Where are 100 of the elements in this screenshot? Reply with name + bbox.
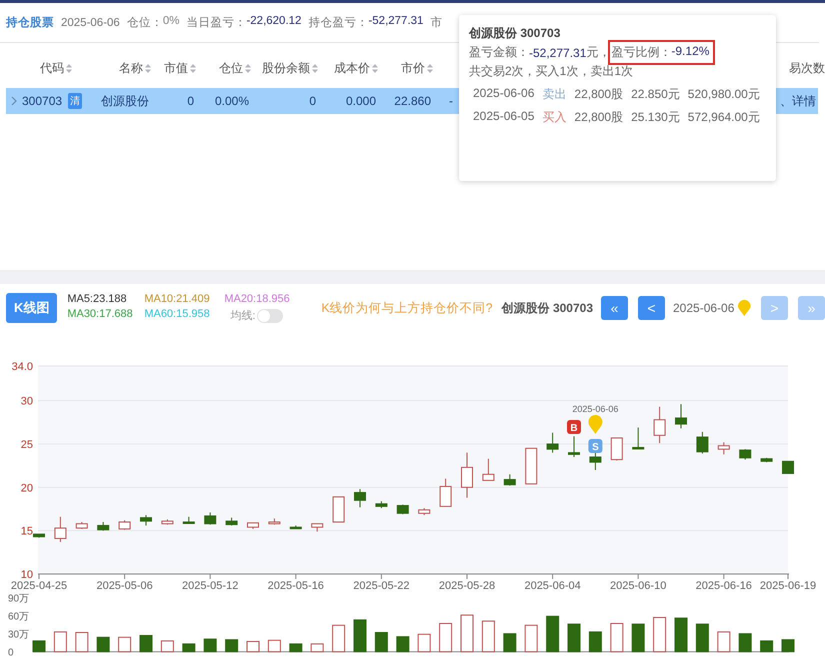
column-header[interactable]: 股份余额 — [262, 60, 310, 76]
candle — [739, 448, 752, 460]
volume-bar — [32, 640, 46, 652]
volume-bar — [289, 643, 302, 652]
candle — [718, 442, 730, 455]
candle — [332, 496, 345, 522]
column-header[interactable]: 市价 — [401, 60, 425, 76]
summary-label: 仓位： — [126, 16, 163, 30]
column-header[interactable]: 成本价 — [334, 60, 370, 76]
toggle-label: 均线: — [230, 309, 256, 323]
candle — [247, 522, 259, 530]
volume-bar — [524, 624, 538, 652]
ma-value: MA20:18.956 — [224, 293, 291, 305]
stock-name: 创源股份 300703 — [502, 300, 593, 316]
candle — [54, 516, 66, 542]
column-header[interactable]: 仓位 — [219, 60, 243, 76]
axis-label: 2025-06-04 — [524, 580, 581, 592]
candle — [504, 474, 516, 486]
tooltip-title: 创源股份 300703 — [469, 25, 562, 42]
candle — [589, 452, 602, 470]
candle — [654, 406, 666, 444]
table-cell-text: 22.860 — [393, 94, 432, 108]
volume-bar — [332, 624, 346, 652]
volume-bar — [418, 634, 431, 652]
volume-bar — [696, 624, 709, 652]
axis-label: 2025-06-16 — [696, 580, 752, 592]
chart-date: 2025-06-06 — [673, 301, 734, 315]
sort-icon[interactable] — [145, 64, 151, 72]
ma-value: MA30:17.688 — [67, 308, 134, 322]
ma-value: MA10:21.409 — [144, 293, 211, 305]
axis-label: 2025-04-25 — [10, 580, 68, 592]
candle — [418, 508, 430, 516]
ma-toggle[interactable] — [257, 308, 284, 322]
trade-date: 2025-06-06 — [473, 86, 534, 102]
volume-bar — [75, 632, 88, 652]
candle — [632, 427, 644, 450]
volume-bar — [546, 616, 560, 652]
candle — [33, 534, 45, 538]
volume-bar — [653, 617, 666, 652]
volume-bar — [310, 643, 324, 652]
axis-label: 0 — [8, 648, 14, 658]
sort-icon[interactable] — [245, 64, 251, 72]
volume-bar — [246, 641, 260, 652]
candle — [610, 437, 623, 461]
column-header[interactable]: 代码 — [40, 60, 64, 76]
candle — [675, 404, 687, 429]
sort-icon[interactable] — [312, 64, 318, 72]
candle — [461, 452, 473, 498]
axis-label: 2025-05-22 — [353, 580, 410, 592]
volume-bar — [204, 638, 217, 652]
summary-label: 当日盈亏： — [186, 16, 246, 30]
volume-bar — [182, 643, 196, 652]
candle — [760, 457, 773, 463]
expand-icon[interactable] — [10, 96, 18, 106]
candle — [568, 436, 580, 458]
pnl-unit: 元， — [586, 44, 610, 61]
table-cell-text: - — [448, 94, 454, 108]
column-header[interactable]: 易次数 — [789, 60, 825, 76]
volume-bar — [268, 640, 281, 652]
volume-bar — [354, 619, 366, 652]
axis-label: 20 — [20, 482, 33, 494]
candle — [396, 504, 409, 515]
volume-bar — [460, 614, 474, 652]
pnl-label: 盈亏金额： — [469, 44, 529, 61]
volume-bar — [782, 639, 794, 652]
column-header[interactable]: 名称 — [119, 60, 143, 76]
volume-bar — [717, 631, 730, 652]
trade-shares: 22,800股 — [574, 86, 624, 103]
candle — [118, 520, 131, 530]
sort-icon[interactable] — [66, 64, 72, 72]
candle — [97, 522, 110, 532]
axis-label: 25 — [20, 439, 33, 451]
candle — [440, 478, 452, 507]
candle — [696, 431, 708, 454]
buy-marker: B — [567, 420, 581, 434]
summary-label: 市 — [430, 15, 442, 30]
summary-date: 2025-06-06 — [61, 16, 120, 28]
trade-price: 22.850元 — [631, 86, 680, 103]
volume-bar — [160, 640, 174, 652]
column-header[interactable]: 市值 — [164, 60, 188, 76]
sort-icon[interactable] — [427, 64, 433, 72]
volume-bar — [225, 639, 238, 652]
table-cell-text: 创源股份 — [100, 92, 150, 110]
ma-value: MA60:15.958 — [144, 308, 211, 322]
sort-icon[interactable] — [372, 64, 378, 72]
table-cell-text: 0 — [308, 94, 317, 108]
axis-label: 2025-05-12 — [182, 580, 238, 592]
candle — [76, 522, 88, 530]
sort-icon[interactable] — [190, 64, 196, 72]
axis-label: 60万 — [8, 612, 30, 623]
table-cell: 300703 — [22, 94, 62, 108]
volume-bar — [374, 632, 388, 652]
volume-bar — [568, 624, 580, 652]
axis-label: 10 — [20, 569, 33, 581]
table-cell-text: 0.00% — [214, 94, 250, 108]
volume-bar — [118, 636, 132, 652]
summary-value: -22,620.12 — [246, 15, 302, 29]
volume-bar — [54, 631, 67, 652]
sell-marker: S — [588, 439, 602, 453]
axis-label: 2025-05-28 — [438, 580, 496, 592]
